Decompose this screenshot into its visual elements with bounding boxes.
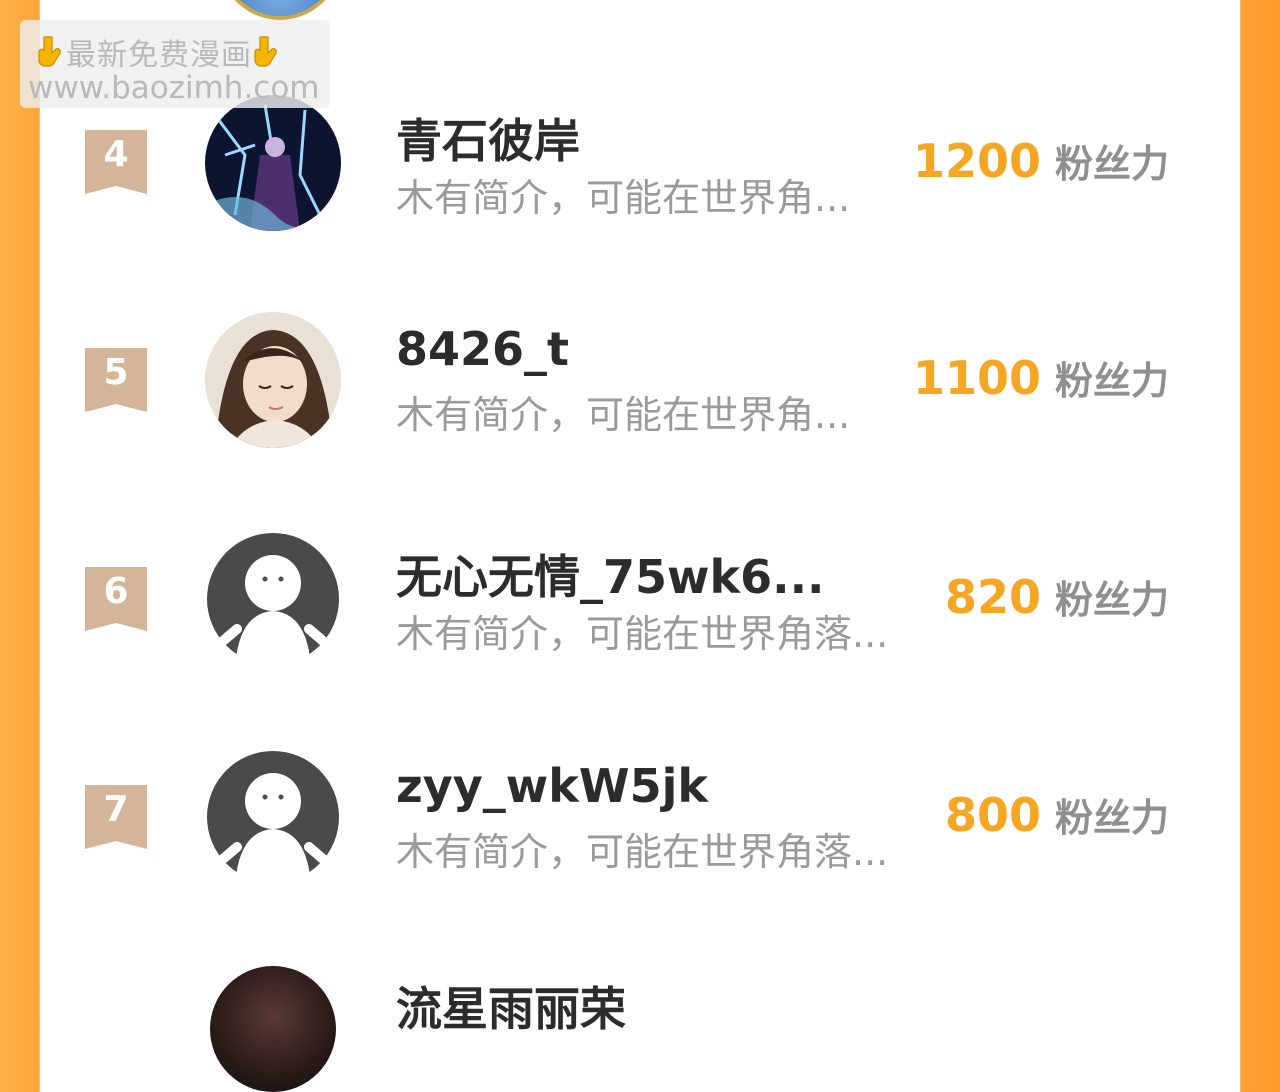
rank-badge: 4 <box>85 130 147 194</box>
fan-power-unit: 粉丝力 <box>1054 359 1169 403</box>
list-item[interactable]: 5 8426_t 木有简介，可能在世界角... 1100 粉丝力 <box>0 312 1280 472</box>
pointing-down-icon <box>36 35 66 69</box>
user-name[interactable]: 8426_t <box>396 322 569 376</box>
list-item[interactable]: 4 青石彼岸 木有简介，可能在世界角... 1200 粉丝力 <box>0 95 1280 255</box>
user-bio: 木有简介，可能在世界角落... <box>396 830 889 874</box>
fan-power: 1200 粉丝力 <box>913 133 1169 188</box>
user-name[interactable]: 青石彼岸 <box>396 105 580 171</box>
watermark-line1: 最新免费漫画 <box>36 30 282 74</box>
fan-power-unit: 粉丝力 <box>1054 796 1169 840</box>
rank-badge: 7 <box>85 785 147 849</box>
watermark: 最新免费漫画 www.baozimh.com <box>20 20 330 108</box>
fan-power-score: 800 <box>944 788 1041 842</box>
fan-power: 800 粉丝力 <box>945 787 1169 842</box>
list-item[interactable]: 7 zyy_wkW5jk 木有简介，可能在世界角落... 800 粉丝力 <box>0 749 1280 909</box>
fan-power-unit: 粉丝力 <box>1054 578 1169 622</box>
user-bio: 木有简介，可能在世界角... <box>396 393 851 437</box>
list-item[interactable]: 6 无心无情_75wk6... 木有简介，可能在世界角落... 820 粉丝力 <box>0 531 1280 691</box>
fan-power-score: 1100 <box>912 351 1041 405</box>
default-avatar-icon[interactable] <box>205 531 341 667</box>
user-bio: 木有简介，可能在世界角... <box>396 176 851 220</box>
watermark-line2: www.baozimh.com <box>28 70 320 106</box>
avatar[interactable] <box>205 312 341 448</box>
user-name[interactable]: 无心无情_75wk6... <box>396 541 825 607</box>
user-bio: 木有简介，可能在世界角落... <box>396 612 889 656</box>
user-name[interactable]: 流星雨丽荣 <box>396 973 626 1039</box>
fan-power-unit: 粉丝力 <box>1054 142 1169 186</box>
fan-power-score: 820 <box>944 570 1041 624</box>
avatar[interactable] <box>210 966 336 1092</box>
fan-power: 820 粉丝力 <box>945 569 1169 624</box>
pointing-down-icon <box>252 35 282 69</box>
avatar[interactable] <box>205 95 341 231</box>
fan-power: 1100 粉丝力 <box>913 350 1169 405</box>
rank-badge: 6 <box>85 567 147 631</box>
fan-power-score: 1200 <box>912 134 1041 188</box>
default-avatar-icon[interactable] <box>205 749 341 885</box>
user-name[interactable]: zyy_wkW5jk <box>396 759 708 813</box>
rank-badge: 5 <box>85 348 147 412</box>
